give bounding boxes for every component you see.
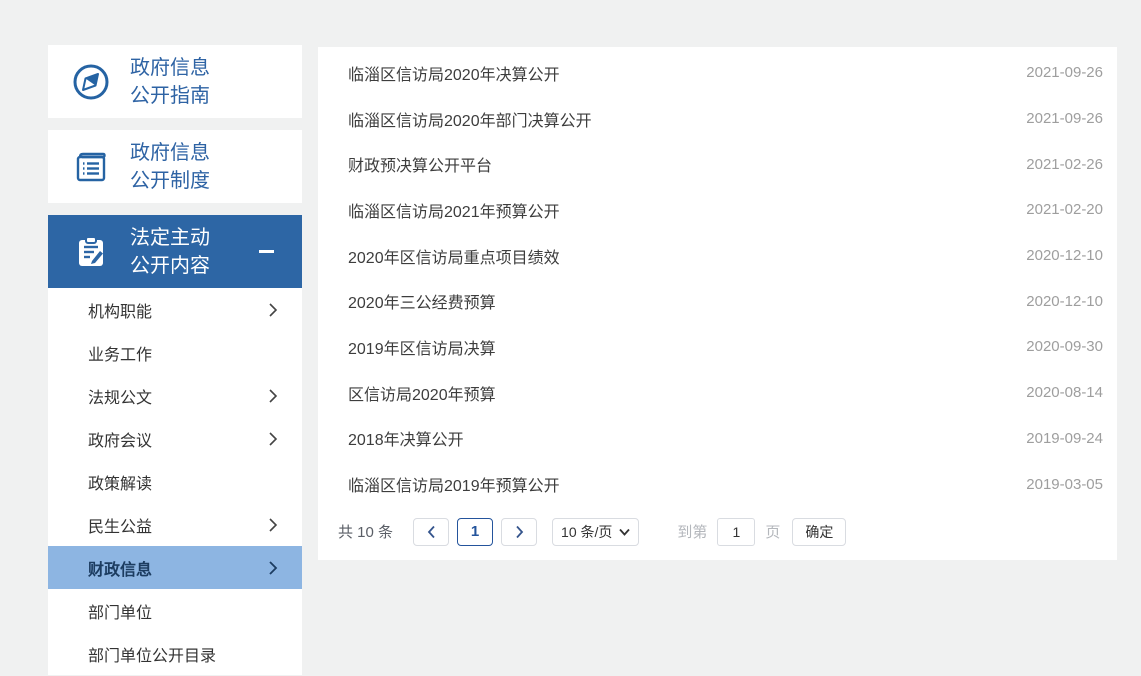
sidebar-item-organization-functions[interactable]: 机构职能 xyxy=(48,288,302,331)
sidebar-item-policy-interpretation[interactable]: 政策解读 xyxy=(48,460,302,503)
menu-item-label: 财政信息 xyxy=(88,556,152,580)
document-link[interactable]: 临淄区信访局2019年预算公开 xyxy=(348,472,560,496)
chevron-right-icon xyxy=(268,517,278,533)
list-item: 2018年决算公开 2019-09-24 xyxy=(348,416,1103,462)
document-date: 2021-02-20 xyxy=(1026,201,1103,218)
list-item: 临淄区信访局2021年预算公开 2021-02-20 xyxy=(348,187,1103,233)
sidebar-item-disclosure-system[interactable]: 政府信息 公开制度 xyxy=(48,130,302,203)
notebook-icon xyxy=(72,148,110,186)
list-item: 临淄区信访局2019年预算公开 2019-03-05 xyxy=(348,461,1103,507)
prev-page-button[interactable] xyxy=(413,518,449,546)
page-size-select[interactable]: 10 条/页 xyxy=(552,518,639,546)
label-line-2: 公开制度 xyxy=(130,167,210,195)
document-link[interactable]: 区信访局2020年预算 xyxy=(348,381,496,405)
chevron-right-icon xyxy=(268,388,278,404)
document-date: 2021-09-26 xyxy=(1026,64,1103,81)
clipboard-pen-icon xyxy=(72,233,110,271)
list-item: 2020年三公经费预算 2020-12-10 xyxy=(348,278,1103,324)
next-page-button[interactable] xyxy=(501,518,537,546)
document-link[interactable]: 财政预决算公开平台 xyxy=(348,152,492,176)
chevron-down-icon xyxy=(619,528,630,536)
menu-item-label: 法规公文 xyxy=(88,384,152,408)
document-link[interactable]: 临淄区信访局2020年决算公开 xyxy=(348,61,560,85)
sidebar-item-label: 政府信息 公开指南 xyxy=(130,54,210,110)
menu-item-label: 民生公益 xyxy=(88,513,152,537)
menu-item-label: 机构职能 xyxy=(88,298,152,322)
list-item: 2020年区信访局重点项目绩效 2020-12-10 xyxy=(348,233,1103,279)
sidebar-item-disclosure-guide[interactable]: 政府信息 公开指南 xyxy=(48,45,302,118)
list-item: 2019年区信访局决算 2020-09-30 xyxy=(348,324,1103,370)
sidebar-item-government-meetings[interactable]: 政府会议 xyxy=(48,417,302,460)
list-item: 区信访局2020年预算 2020-08-14 xyxy=(348,370,1103,416)
chevron-right-icon xyxy=(268,302,278,318)
document-link[interactable]: 2020年三公经费预算 xyxy=(348,289,496,313)
document-date: 2020-09-30 xyxy=(1026,338,1103,355)
document-date: 2021-02-26 xyxy=(1026,156,1103,173)
document-date: 2019-03-05 xyxy=(1026,476,1103,493)
page-size-value: 10 条/页 xyxy=(561,522,612,542)
page-1-button[interactable]: 1 xyxy=(457,518,493,546)
collapse-minus-icon[interactable] xyxy=(259,250,274,253)
chevron-left-icon xyxy=(427,525,436,539)
label-line-2: 公开内容 xyxy=(130,252,210,280)
sidebar-item-regulations-documents[interactable]: 法规公文 xyxy=(48,374,302,417)
menu-item-label: 部门单位 xyxy=(88,599,152,623)
document-list: 临淄区信访局2020年决算公开 2021-09-26 临淄区信访局2020年部门… xyxy=(318,47,1117,507)
chevron-right-icon xyxy=(515,525,524,539)
document-date: 2021-09-26 xyxy=(1026,110,1103,127)
total-count-label: 共 10 条 xyxy=(338,521,393,542)
goto-page-label: 到第 xyxy=(677,521,707,542)
sidebar-section-label: 法定主动 公开内容 xyxy=(130,224,210,280)
list-item: 临淄区信访局2020年决算公开 2021-09-26 xyxy=(348,50,1103,96)
sidebar-section-legal-disclosure[interactable]: 法定主动 公开内容 xyxy=(48,215,302,288)
list-item: 临淄区信访局2020年部门决算公开 2021-09-26 xyxy=(348,96,1103,142)
document-date: 2020-12-10 xyxy=(1026,247,1103,264)
document-date: 2019-09-24 xyxy=(1026,430,1103,447)
sidebar-item-label: 政府信息 公开制度 xyxy=(130,139,210,195)
sidebar: 政府信息 公开指南 政府信息 公开制度 xyxy=(48,45,302,675)
sidebar-item-departments-directory[interactable]: 部门单位公开目录 xyxy=(48,632,302,675)
document-link[interactable]: 临淄区信访局2021年预算公开 xyxy=(348,198,560,222)
label-line-1: 政府信息 xyxy=(130,54,210,82)
goto-page-input[interactable] xyxy=(717,518,755,546)
confirm-button[interactable]: 确定 xyxy=(792,518,846,546)
chevron-right-icon xyxy=(268,431,278,447)
label-line-2: 公开指南 xyxy=(130,82,210,110)
document-link[interactable]: 临淄区信访局2020年部门决算公开 xyxy=(348,107,592,131)
chevron-right-icon xyxy=(268,560,278,576)
document-link[interactable]: 2020年区信访局重点项目绩效 xyxy=(348,244,560,268)
sidebar-item-business-work[interactable]: 业务工作 xyxy=(48,331,302,374)
sidebar-item-public-welfare[interactable]: 民生公益 xyxy=(48,503,302,546)
pagination-bar: 共 10 条 1 10 条/页 到第 页 确定 xyxy=(338,518,1117,546)
sidebar-menu: 机构职能 业务工作 法规公文 政府会议 政策解读 xyxy=(48,288,302,675)
label-line-1: 政府信息 xyxy=(130,139,210,167)
document-date: 2020-12-10 xyxy=(1026,293,1103,310)
menu-item-label: 部门单位公开目录 xyxy=(88,642,216,666)
document-link[interactable]: 2019年区信访局决算 xyxy=(348,335,496,359)
sidebar-item-fiscal-information[interactable]: 财政信息 xyxy=(48,546,302,589)
list-item: 财政预决算公开平台 2021-02-26 xyxy=(348,141,1103,187)
document-link[interactable]: 2018年决算公开 xyxy=(348,426,464,450)
menu-item-label: 政府会议 xyxy=(88,427,152,451)
sidebar-item-departments[interactable]: 部门单位 xyxy=(48,589,302,632)
document-date: 2020-08-14 xyxy=(1026,384,1103,401)
label-line-1: 法定主动 xyxy=(130,224,210,252)
goto-page-unit-label: 页 xyxy=(765,521,780,542)
compass-icon xyxy=(72,63,110,101)
content-panel: 临淄区信访局2020年决算公开 2021-09-26 临淄区信访局2020年部门… xyxy=(318,47,1117,560)
page: 政府信息 公开指南 政府信息 公开制度 xyxy=(0,0,1141,676)
menu-item-label: 业务工作 xyxy=(88,341,152,365)
menu-item-label: 政策解读 xyxy=(88,470,152,494)
